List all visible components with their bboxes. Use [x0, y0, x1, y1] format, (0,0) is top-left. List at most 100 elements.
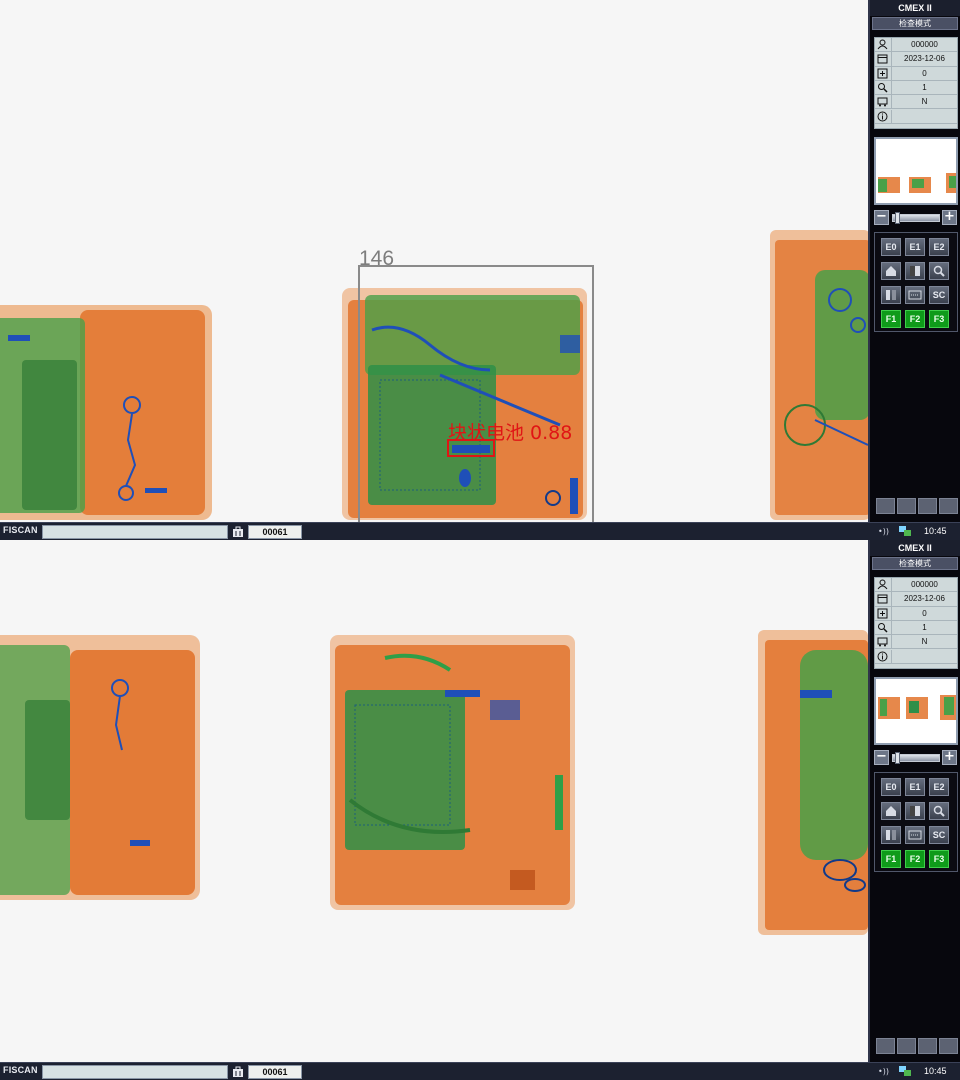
key-f1[interactable]: F1: [881, 310, 901, 328]
edge-key[interactable]: [881, 826, 901, 844]
magnifier-icon: [933, 805, 945, 817]
xray-image-view[interactable]: [0, 540, 868, 1062]
function-keys: E0 E1 E2 SC F1 F2 F3: [874, 772, 958, 872]
machine-icon: [877, 97, 888, 107]
panel-footer-buttons: [874, 1038, 958, 1056]
footer-button-1[interactable]: [876, 498, 895, 514]
footer-button-4[interactable]: [939, 498, 958, 514]
info-value: 2023-12-06: [891, 52, 957, 67]
key-f2[interactable]: F2: [905, 310, 925, 328]
info-icon: [877, 111, 888, 121]
footer-button-1[interactable]: [876, 1038, 895, 1054]
home-key[interactable]: [881, 802, 901, 820]
zoom-key[interactable]: [929, 802, 949, 820]
zoom-out-button[interactable]: −: [874, 210, 889, 225]
panel-title: CMEX II: [870, 0, 960, 16]
info-row-operator: 000000: [875, 38, 957, 53]
key-e0[interactable]: E0: [881, 778, 901, 796]
zoom-slider-handle[interactable]: [895, 212, 900, 224]
calendar-icon: [877, 594, 888, 604]
detection-box-id: 146: [359, 247, 394, 270]
zoom-control: − +: [874, 749, 958, 767]
detection-label: 块状电池 0.88: [448, 422, 572, 444]
brand-label: FISCAN: [3, 525, 38, 535]
overview-thumbnail[interactable]: [874, 677, 958, 745]
bag-center: [342, 288, 587, 520]
network-icon: [899, 1066, 911, 1076]
zoom-slider-handle[interactable]: [895, 752, 900, 764]
xray-image: [0, 630, 868, 935]
zoom-slider[interactable]: [892, 752, 940, 764]
footer-button-4[interactable]: [939, 1038, 958, 1054]
info-row-zoom: 1: [875, 80, 957, 96]
mode-indicator[interactable]: 检查模式: [872, 17, 958, 30]
bag-left: [0, 635, 200, 900]
system-tray: •)) 10:45: [870, 1063, 960, 1080]
zoom-in-button[interactable]: +: [942, 210, 957, 225]
panels-icon: [886, 290, 896, 300]
material-key[interactable]: [905, 286, 925, 304]
overview-thumbnail[interactable]: [874, 137, 958, 205]
info-value: [891, 649, 957, 664]
counter-icon: [877, 608, 888, 619]
key-f1[interactable]: F1: [881, 850, 901, 868]
key-e2[interactable]: E2: [929, 238, 949, 256]
key-f3[interactable]: F3: [929, 850, 949, 868]
zoom-key[interactable]: [929, 262, 949, 280]
home-icon: [886, 266, 896, 276]
material-key[interactable]: [905, 826, 925, 844]
key-e2[interactable]: E2: [929, 778, 949, 796]
info-value: 1: [891, 620, 957, 635]
invert-key[interactable]: [905, 802, 925, 820]
zoom-in-button[interactable]: +: [942, 750, 957, 765]
key-f3[interactable]: F3: [929, 310, 949, 328]
function-keys: E0 E1 E2 SC F1 F2 F3: [874, 232, 958, 332]
magnifier-icon: [878, 622, 888, 633]
contrast-icon: [910, 806, 920, 816]
magnifier-icon: [933, 265, 945, 277]
signal-icon: •)): [878, 527, 889, 536]
info-value: 1: [891, 80, 957, 95]
calendar-icon: [877, 54, 888, 64]
density-icon: [908, 830, 922, 840]
info-value: 0: [891, 606, 957, 621]
home-icon: [886, 806, 896, 816]
invert-key[interactable]: [905, 262, 925, 280]
key-e1[interactable]: E1: [905, 238, 925, 256]
xray-image-view[interactable]: 146 块状电池 0.88: [0, 0, 868, 522]
key-e0[interactable]: E0: [881, 238, 901, 256]
contrast-icon: [910, 266, 920, 276]
footer-button-2[interactable]: [897, 1038, 916, 1054]
status-field: [42, 1065, 228, 1079]
key-sc[interactable]: SC: [929, 286, 949, 304]
info-row-machine: N: [875, 635, 957, 650]
bag-counter: 00061: [248, 1065, 302, 1079]
zoom-slider[interactable]: [892, 212, 940, 224]
bottom-screen: CMEX II 检查模式 000000 2023-12-06 0 1 N − +…: [0, 540, 960, 1080]
side-panel: CMEX II 检查模式 000000 2023-12-06 0 1 N − +…: [868, 0, 960, 522]
mode-indicator[interactable]: 检查模式: [872, 557, 958, 570]
bag-right: [758, 630, 868, 935]
panel-footer-buttons: [874, 498, 958, 516]
info-row-operator: 000000: [875, 578, 957, 593]
key-f2[interactable]: F2: [905, 850, 925, 868]
footer-button-3[interactable]: [918, 498, 937, 514]
info-table: 000000 2023-12-06 0 1 N: [874, 577, 958, 669]
status-field: [42, 525, 228, 539]
home-key[interactable]: [881, 262, 901, 280]
side-panel: CMEX II 检查模式 000000 2023-12-06 0 1 N − +…: [868, 540, 960, 1062]
footer-button-2[interactable]: [897, 498, 916, 514]
info-value: 0: [891, 66, 957, 81]
edge-key[interactable]: [881, 286, 901, 304]
zoom-out-button[interactable]: −: [874, 750, 889, 765]
info-value: N: [891, 95, 957, 110]
footer-button-3[interactable]: [918, 1038, 937, 1054]
panel-title: CMEX II: [870, 540, 960, 556]
key-sc[interactable]: SC: [929, 826, 949, 844]
info-row-zoom: 1: [875, 620, 957, 636]
info-row-info: [875, 649, 957, 664]
clock: 10:45: [924, 1066, 947, 1076]
key-e1[interactable]: E1: [905, 778, 925, 796]
bag-counter: 00061: [248, 525, 302, 539]
bag-left: [0, 305, 212, 520]
